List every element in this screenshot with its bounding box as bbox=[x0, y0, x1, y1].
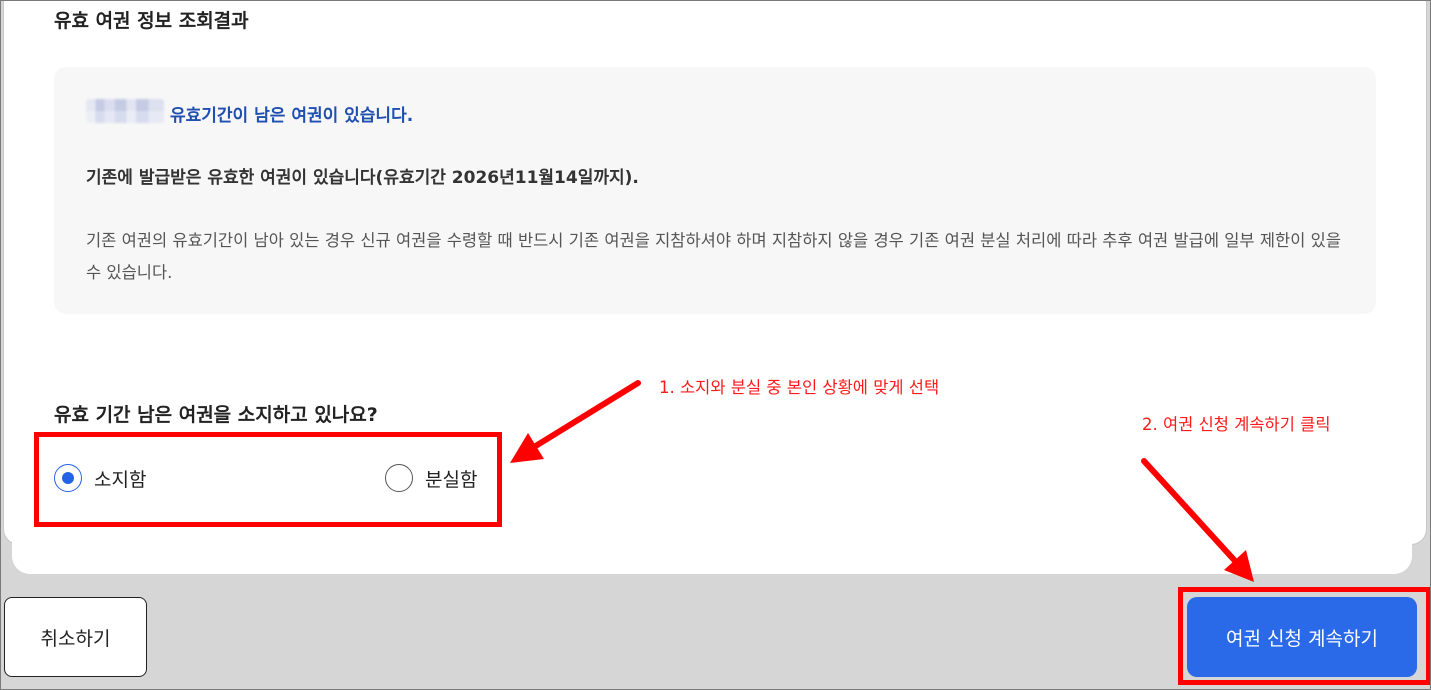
annotation-highlight-button-box bbox=[1178, 587, 1431, 685]
annotation-step1: 1. 소지와 분실 중 본인 상황에 맞게 선택 bbox=[659, 378, 940, 397]
annotation-step2: 2. 여권 신청 계속하기 클릭 bbox=[1142, 415, 1331, 434]
annotation-highlight-radio-box bbox=[34, 432, 502, 527]
result-title: 유효 여권 정보 조회결과 bbox=[54, 10, 249, 32]
passport-guidance-text: 기존 여권의 유효기간이 남아 있는 경우 신규 여권을 수령할 때 반드시 기… bbox=[86, 231, 1341, 282]
possession-question: 유효 기간 남은 여권을 소지하고 있나요? bbox=[54, 404, 378, 426]
info-box: 유효기간이 남은 여권이 있습니다. 기존에 발급받은 유효한 여권이 있습니다… bbox=[54, 67, 1376, 314]
masked-name-placeholder bbox=[86, 99, 164, 123]
valid-passport-heading: 유효기간이 남은 여권이 있습니다. bbox=[170, 106, 414, 126]
existing-passport-notice: 기존에 발급받은 유효한 여권이 있습니다(유효기간 2026년11월14일까지… bbox=[86, 168, 639, 188]
cancel-button[interactable]: 취소하기 bbox=[4, 597, 147, 677]
